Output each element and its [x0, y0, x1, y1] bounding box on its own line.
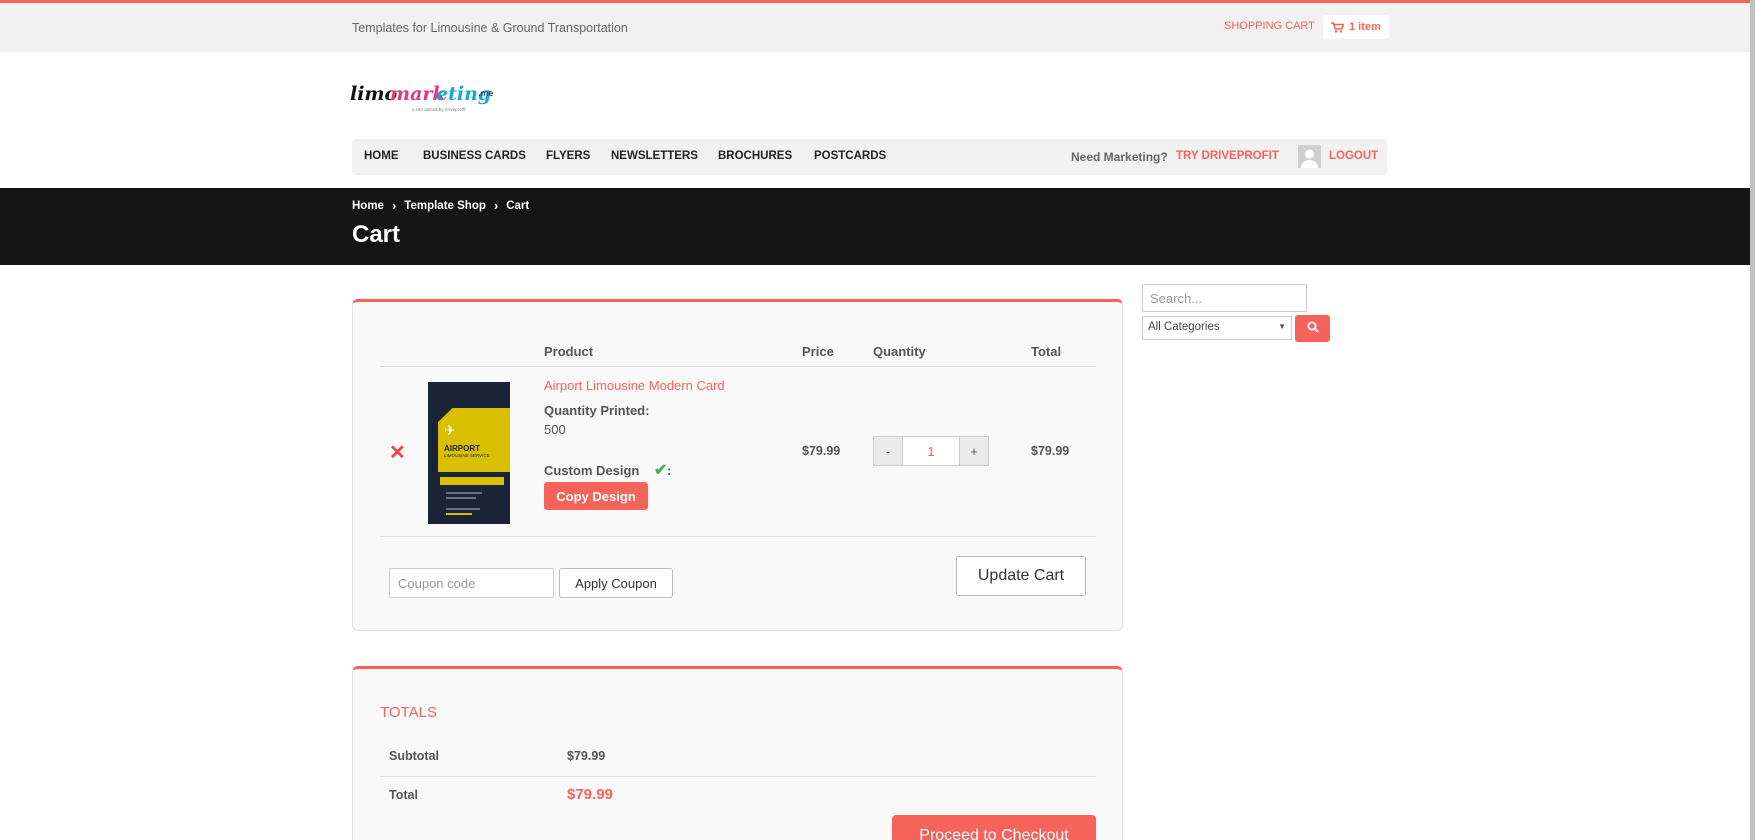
need-marketing-text: Need Marketing?	[1071, 150, 1168, 164]
totals-title: TOTALS	[380, 704, 437, 721]
item-total: $79.99	[1031, 444, 1070, 458]
breadcrumb: Home › Template Shop › Cart	[352, 198, 529, 213]
main-nav: HOME BUSINESS CARDS FLYERS NEWSLETTERS B…	[352, 139, 1387, 175]
airplane-icon: ✈	[444, 422, 456, 438]
breadcrumb-home[interactable]: Home	[352, 200, 384, 212]
cart-count-label: 1 item	[1349, 21, 1381, 33]
cart-count-button[interactable]: 1 item	[1323, 15, 1389, 39]
cart-table-panel: Product Price Quantity Total ✕ ✈ AIRPORT…	[352, 299, 1123, 631]
thumbnail-subtitle: LIMOUSINE SERVICE	[444, 453, 490, 458]
chevron-right-icon: ›	[391, 198, 397, 213]
chevron-right-icon: ›	[493, 198, 499, 213]
search-button[interactable]	[1295, 315, 1330, 342]
subtotal-label: Subtotal	[389, 749, 439, 763]
header-quantity: Quantity	[873, 344, 926, 359]
header-total: Total	[1031, 344, 1062, 359]
checkmark-icon: ✔	[654, 462, 668, 479]
quantity-decrease-button[interactable]: -	[873, 436, 903, 466]
nav-newsletters[interactable]: NEWSLETTERS	[611, 150, 698, 162]
header-product: Product	[544, 344, 594, 359]
quantity-input[interactable]	[903, 436, 959, 466]
thumbnail-bar	[440, 477, 504, 485]
divider	[380, 776, 1096, 777]
totals-panel: TOTALS Subtotal $79.99 Total $79.99 Proc…	[352, 666, 1123, 840]
proceed-to-checkout-button[interactable]: Proceed to Checkout	[892, 815, 1096, 840]
nav-home[interactable]: HOME	[364, 150, 399, 162]
nav-business-cards[interactable]: BUSINESS CARDS	[423, 150, 526, 162]
cart-icon	[1331, 21, 1344, 33]
custom-design-label: Custom Design	[544, 463, 640, 478]
top-bar: Templates for Limousine & Ground Transpo…	[0, 0, 1750, 52]
thumbnail-line	[446, 513, 472, 515]
apply-coupon-button[interactable]: Apply Coupon	[559, 568, 673, 598]
category-select[interactable]: All Categories ▼	[1142, 316, 1292, 340]
logout-link[interactable]: LOGOUT	[1329, 150, 1378, 162]
shopping-cart-link[interactable]: SHOPPING CART	[1224, 20, 1315, 32]
scrollbar[interactable]	[1750, 0, 1755, 840]
total-label: Total	[389, 788, 418, 802]
breadcrumb-template-shop[interactable]: Template Shop	[404, 200, 486, 212]
search-icon	[1307, 321, 1319, 333]
site-logo[interactable]: limo mark eting .me a site owned by driv…	[350, 74, 496, 118]
page-title: Cart	[352, 221, 401, 248]
avatar[interactable]	[1298, 145, 1321, 168]
nav-flyers[interactable]: FLYERS	[546, 150, 590, 162]
breadcrumb-current: Cart	[506, 199, 530, 212]
remove-item-icon[interactable]: ✕	[389, 440, 406, 465]
site-tagline: Templates for Limousine & Ground Transpo…	[352, 21, 628, 35]
coupon-code-input[interactable]	[389, 568, 554, 598]
product-thumbnail[interactable]: ✈ AIRPORT LIMOUSINE SERVICE	[428, 382, 510, 524]
update-cart-button[interactable]: Update Cart	[956, 556, 1086, 596]
category-select-value: All Categories	[1148, 321, 1220, 333]
thumbnail-line	[446, 492, 482, 494]
quantity-stepper: - +	[873, 436, 989, 466]
thumbnail-line	[446, 508, 480, 510]
thumbnail-title: AIRPORT	[444, 444, 480, 453]
thumbnail-panel	[438, 408, 510, 472]
try-driveprofit-link[interactable]: TRY DRIVEPROFIT	[1176, 150, 1279, 162]
thumbnail-line	[446, 497, 476, 499]
svg-text:.me: .me	[478, 89, 493, 98]
svg-text:a site owned by driveprofit: a site owned by driveprofit	[412, 107, 466, 112]
quantity-printed-label: Quantity Printed:	[544, 403, 650, 418]
header-price: Price	[802, 344, 834, 359]
quantity-printed-value: 500	[544, 422, 566, 437]
quantity-increase-button[interactable]: +	[959, 436, 989, 466]
subtotal-value: $79.99	[567, 749, 606, 763]
page-header-band: Home › Template Shop › Cart Cart	[0, 188, 1750, 265]
nav-brochures[interactable]: BROCHURES	[718, 150, 792, 162]
search-input[interactable]	[1142, 284, 1307, 312]
divider	[380, 536, 1096, 537]
product-name-link[interactable]: Airport Limousine Modern Card	[544, 378, 725, 393]
divider	[380, 366, 1096, 367]
copy-design-button[interactable]: Copy Design	[544, 482, 648, 510]
item-price: $79.99	[802, 444, 841, 458]
total-value: $79.99	[567, 786, 613, 803]
dropdown-arrow-icon: ▼	[1278, 322, 1286, 331]
custom-design-colon: :	[667, 463, 672, 478]
nav-postcards[interactable]: POSTCARDS	[814, 150, 886, 162]
